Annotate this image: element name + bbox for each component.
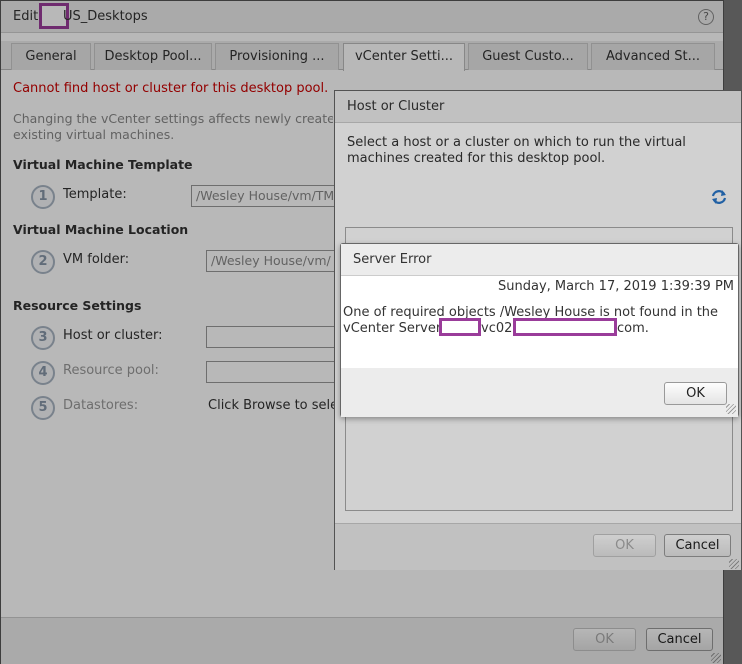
resize-grip-icon[interactable] [726, 404, 736, 414]
dialog-footer: OK [341, 368, 738, 417]
error-message-fragment: vc02. [481, 321, 517, 336]
server-error-dialog: Server Error Sunday, March 17, 2019 1:39… [340, 243, 739, 417]
error-message-fragment: com. [617, 321, 649, 336]
dialog-title: Server Error [353, 252, 432, 267]
dialog-title-bar[interactable]: Server Error [341, 244, 738, 276]
ok-button[interactable]: OK [664, 382, 727, 405]
redacted-box [439, 318, 481, 336]
error-message-line: vCenter Server [343, 321, 442, 336]
error-timestamp: Sunday, March 17, 2019 1:39:39 PM [498, 279, 734, 294]
redacted-box [513, 318, 617, 336]
